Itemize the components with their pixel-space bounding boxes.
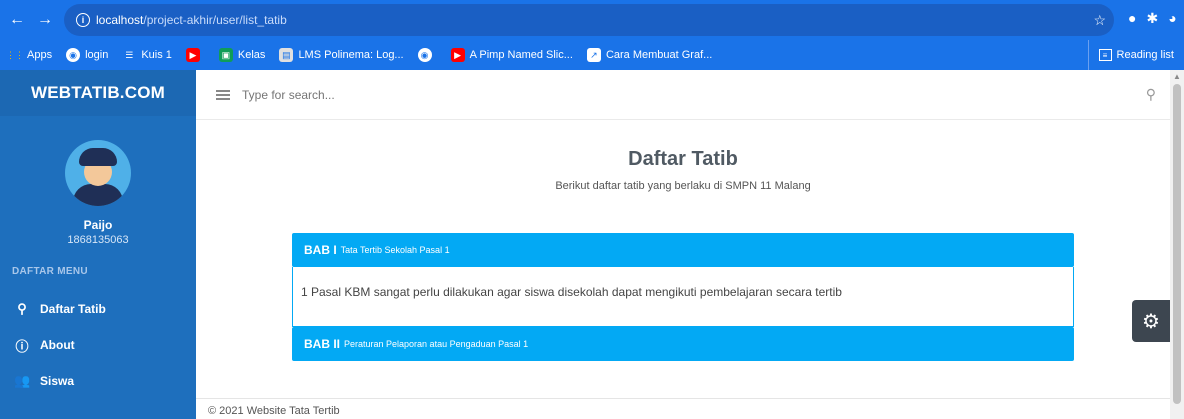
bookmark-kuis[interactable]: ☰ Kuis 1 <box>122 48 172 62</box>
bookmark-globe[interactable]: ◉ <box>417 48 437 62</box>
bookmark-graf[interactable]: ↗ Cara Membuat Graf... <box>586 48 712 62</box>
search-input[interactable] <box>242 87 542 102</box>
page-subtitle: Berikut daftar tatib yang berlaku di SMP… <box>555 180 811 192</box>
scroll-thumb[interactable] <box>1173 84 1181 404</box>
bookmark-login[interactable]: ◉ login <box>66 48 108 62</box>
settings-gear-button[interactable]: ⚙ <box>1132 300 1170 342</box>
avatar <box>65 140 131 206</box>
bookmarks-bar: ⋮⋮ Apps ◉ login ☰ Kuis 1 ▶ ▣ Kelas ▤ LMS Poli… <box>0 40 1184 70</box>
user-id: 1868135063 <box>67 234 129 246</box>
apps-grid-icon: ⋮⋮ <box>6 49 24 60</box>
sidebar-item-label: Daftar Tatib <box>40 302 106 316</box>
forward-arrow-icon[interactable]: → <box>34 11 56 29</box>
site-info-icon[interactable]: i <box>76 13 90 27</box>
bookmark-kelas[interactable]: ▣ Kelas <box>218 48 265 62</box>
form-icon: ☰ <box>125 49 134 60</box>
sidebar: WEBTATIB.COM Paijo 1868135063 DAFTAR MEN… <box>0 70 196 419</box>
bookmark-star-icon[interactable]: ☆ <box>1093 12 1106 29</box>
bab-title: Tata Tertib Sekolah Pasal 1 <box>340 245 450 255</box>
profile-avatar-icon[interactable]: ◕ <box>1168 10 1176 27</box>
globe-icon: ◉ <box>66 48 81 62</box>
accordion-header-bab-1[interactable]: BAB I Tata Tertib Sekolah Pasal 1 <box>292 233 1074 267</box>
scroll-up-icon[interactable]: ▲ <box>1173 72 1181 81</box>
sidebar-item-label: Siswa <box>40 374 75 388</box>
user-profile: Paijo 1868135063 <box>0 116 196 246</box>
url-host: localhost <box>96 13 144 27</box>
info-icon: ⓘ <box>15 338 29 354</box>
reading-list-icon: ≡ <box>1098 49 1112 61</box>
user-name: Paijo <box>83 218 113 232</box>
brand-logo[interactable]: WEBTATIB.COM <box>0 70 196 116</box>
users-icon: 👥 <box>14 373 31 388</box>
menu-header: DAFTAR MENU <box>12 266 88 277</box>
menu-toggle-icon[interactable] <box>216 89 230 100</box>
sidebar-item-daftar-tatib[interactable]: ⚲ Daftar Tatib <box>0 291 196 327</box>
topbar: ⚲ <box>196 70 1170 120</box>
sidebar-item-siswa[interactable]: 👥 Siswa <box>0 363 196 399</box>
bab-label: BAB II <box>304 337 340 351</box>
extension-icons: ● ✱ ◕ ⋮ <box>1128 10 1184 27</box>
page-title: Daftar Tatib <box>628 148 738 170</box>
lms-icon: ▤ <box>279 48 294 62</box>
gear-icon: ⚙ <box>1142 310 1160 333</box>
youtube-icon: ▶ <box>450 48 465 62</box>
pasal-text: 1 Pasal KBM sangat perlu dilakukan agar … <box>301 285 842 299</box>
reading-list-button[interactable]: ≡ Reading list <box>1087 40 1174 70</box>
accordion-header-bab-2[interactable]: BAB II Peraturan Pelaporan atau Pengadua… <box>292 327 1074 361</box>
sidebar-item-about[interactable]: ⓘ About <box>0 327 196 363</box>
url-path: /project-akhir/user/list_tatib <box>143 13 287 27</box>
extension-icon[interactable]: ● <box>1128 10 1136 27</box>
classroom-icon: ▣ <box>218 48 233 62</box>
bookmark-apps[interactable]: ⋮⋮ Apps <box>6 48 52 62</box>
browser-address-bar: ← → ↻ i localhost/project-akhir/user/lis… <box>0 0 1184 40</box>
bookmark-youtube[interactable]: ▶ <box>185 48 205 62</box>
user-account-icon[interactable]: ⚲ <box>1146 86 1156 103</box>
youtube-icon: ▶ <box>185 48 200 62</box>
user-icon: ⚲ <box>17 301 27 316</box>
chart-icon: ↗ <box>586 48 601 62</box>
bookmark-lms[interactable]: ▤ LMS Polinema: Log... <box>279 48 404 62</box>
globe-icon: ◉ <box>417 48 432 62</box>
footer: © 2021 Website Tata Tertib <box>196 398 1170 419</box>
bab-label: BAB I <box>304 243 337 257</box>
puzzle-icon[interactable]: ✱ <box>1146 10 1158 27</box>
sidebar-item-label: About <box>40 338 75 352</box>
accordion-body-bab-1: 1 Pasal KBM sangat perlu dilakukan agar … <box>292 267 1074 327</box>
url-field[interactable]: i localhost/project-akhir/user/list_tati… <box>64 4 1114 36</box>
scrollbar[interactable]: ▲ <box>1170 70 1184 419</box>
tatib-accordion: BAB I Tata Tertib Sekolah Pasal 1 1 Pasa… <box>292 233 1074 361</box>
bab-title: Peraturan Pelaporan atau Pengaduan Pasal… <box>344 339 529 349</box>
bookmark-pimp[interactable]: ▶ A Pimp Named Slic... <box>450 48 573 62</box>
back-arrow-icon[interactable]: ← <box>6 11 28 29</box>
